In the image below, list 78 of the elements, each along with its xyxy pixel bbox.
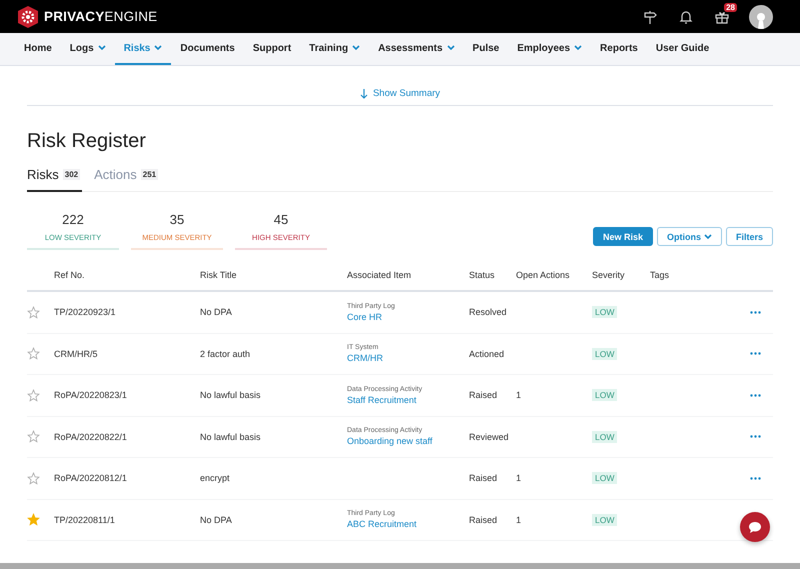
severity-tag: LOW [592,514,618,526]
column-header: Associated Item [347,270,412,280]
item-link[interactable]: Core HR [347,312,469,322]
nav-item[interactable]: Documents [171,33,244,65]
stat-count: 45 [274,212,288,227]
gift-icon[interactable] [715,10,729,24]
arrow-down-icon [360,88,368,98]
action-button[interactable]: Filters [726,227,773,246]
action-button[interactable]: Options [656,227,722,246]
item-link[interactable]: CRM/HR [347,353,469,364]
severity-tag: LOW [592,430,618,443]
table-cell-text: No DPA [200,514,233,525]
column-header: Open Actions [516,270,571,280]
table-cell-text: Raised [469,514,498,525]
table-cell-text: No DPA [200,307,233,318]
tab[interactable]: Actions 251 [94,167,160,192]
stat-count: 35 [170,212,184,227]
severity-tag: LOW [592,348,618,360]
page-title: Risk Register [27,130,147,153]
item-link[interactable]: ABC Recruitment [347,519,469,530]
table-cell-text: Raised [469,473,498,484]
star-icon[interactable] [27,513,40,526]
nav-item[interactable]: Pulse [464,33,508,65]
severity-tag: LOW [592,389,618,402]
action-button[interactable]: New Risk [592,227,653,246]
signpost-icon[interactable] [643,10,657,24]
severity-tag: LOW [592,472,618,484]
table-cell-text: TP/20220923/1 [54,307,117,318]
table-cell-text: Raised [469,390,498,400]
star-icon[interactable] [27,472,40,485]
nav-item[interactable]: Reports [591,33,647,65]
star-icon[interactable] [27,388,40,402]
nav-item[interactable]: Assessments [369,33,464,65]
nav-item[interactable]: Training [300,33,370,65]
count-badge: 251 [140,169,158,180]
stat-count: 222 [62,212,84,227]
column-header: Status [469,270,496,280]
table-cell-text: CRM/HR/5 [54,348,99,359]
table-cell-text: No lawful basis [200,390,262,400]
nav-item[interactable]: User Guide [646,33,718,65]
table-cell-text: encrypt [200,473,231,484]
item-link[interactable]: Staff Recruitment [347,394,469,405]
avatar[interactable] [749,4,773,28]
table-cell: 1 [516,390,522,400]
brand-name: PRIVACYENGINE [44,9,158,24]
table-cell-text: No lawful basis [200,432,262,442]
bell-icon[interactable] [679,10,693,24]
nav-item[interactable]: Employees [508,33,592,65]
logo-icon [18,6,38,28]
table-cell-text: RoPA/20220823/1 [54,390,128,400]
column-header: Risk Title [200,270,238,280]
table-cell-text: RoPA/20220812/1 [54,473,128,484]
column-header: Ref No. [54,270,86,280]
severity-tag: LOW [592,306,618,318]
table-cell-text: Reviewed [469,432,510,442]
star-icon[interactable] [27,306,40,319]
table-cell: 1 [516,473,522,484]
star-icon[interactable] [27,347,40,360]
nav-item[interactable]: Home [15,33,61,65]
star-icon[interactable] [27,430,40,444]
table-cell-text: TP/20220811/1 [54,514,116,525]
speech-bubble-icon [748,520,762,534]
nav-item[interactable]: Risks [114,33,172,65]
show-summary-link[interactable]: Show Summary [360,88,440,99]
tab[interactable]: Risks 302 [27,167,82,192]
table-cell-text: 2 factor auth [200,348,252,359]
count-badge: 302 [62,169,80,180]
item-link[interactable]: Onboarding new staff [347,436,469,446]
column-header: Severity [592,270,626,280]
notification-badge: 28 [724,2,737,12]
table-cell-text: RoPA/20220822/1 [54,432,128,442]
nav-item[interactable]: Logs [60,33,115,65]
column-header: Tags [650,270,670,280]
nav-item[interactable]: Support [244,33,300,65]
table-cell: 1 [516,514,522,525]
table-cell-text: Resolved [469,307,508,318]
table-cell-text: Actioned [469,348,506,359]
chat-button[interactable] [740,512,770,542]
